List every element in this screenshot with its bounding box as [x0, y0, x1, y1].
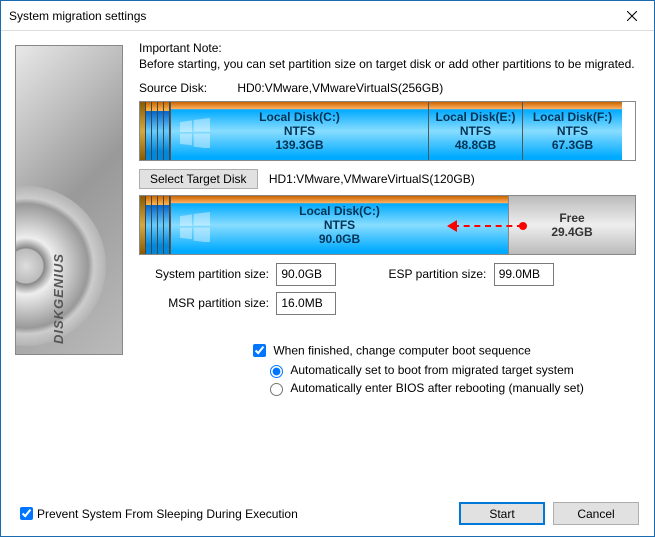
partition[interactable]: Local Disk(C:)NTFS139.3GB: [170, 102, 428, 160]
msr-partition-size-label: MSR partition size:: [139, 296, 269, 310]
source-disk-desc: HD0:VMware,VMwareVirtualS(256GB): [237, 81, 443, 95]
brand-label: DISKGENIUS: [51, 253, 66, 344]
prevent-sleep-checkbox[interactable]: [20, 507, 33, 520]
target-disk-desc: HD1:VMware,VMwareVirtualS(120GB): [269, 172, 475, 186]
boot-auto-radio[interactable]: [270, 365, 283, 378]
partition[interactable]: Local Disk(E:)NTFS48.8GB: [428, 102, 522, 160]
cancel-button[interactable]: Cancel: [553, 502, 639, 525]
close-button[interactable]: [609, 1, 654, 30]
window-title: System migration settings: [9, 9, 609, 23]
note-title: Important Note:: [139, 41, 636, 55]
close-icon: [627, 11, 637, 21]
msr-partition-size-input[interactable]: [276, 292, 336, 315]
prevent-sleep-label[interactable]: Prevent System From Sleeping During Exec…: [37, 507, 298, 521]
disk-illustration: DISKGENIUS: [15, 45, 123, 355]
windows-icon: [177, 212, 213, 242]
sidebar: DISKGENIUS: [1, 31, 131, 536]
boot-auto-label[interactable]: Automatically set to boot from migrated …: [290, 363, 573, 377]
partition[interactable]: Local Disk(F:)NTFS67.3GB: [522, 102, 622, 160]
change-boot-checkbox[interactable]: [253, 344, 266, 357]
titlebar: System migration settings: [1, 1, 654, 31]
target-disk-bar[interactable]: Local Disk(C:)NTFS90.0GBFree29.4GB: [139, 195, 636, 255]
note-text: Before starting, you can set partition s…: [139, 57, 636, 73]
system-partition-size-input[interactable]: [276, 263, 336, 286]
boot-manual-label[interactable]: Automatically enter BIOS after rebooting…: [290, 381, 583, 395]
change-boot-label[interactable]: When finished, change computer boot sequ…: [273, 343, 531, 357]
resize-arrow-icon[interactable]: [453, 222, 523, 230]
esp-partition-size-input[interactable]: [494, 263, 554, 286]
windows-icon: [177, 118, 213, 148]
footer: Prevent System From Sleeping During Exec…: [0, 494, 655, 537]
boot-manual-radio[interactable]: [270, 383, 283, 396]
select-target-disk-button[interactable]: Select Target Disk: [139, 169, 258, 189]
esp-partition-size-label: ESP partition size:: [376, 267, 486, 281]
source-disk-label: Source Disk:: [139, 81, 234, 95]
free-space[interactable]: Free29.4GB: [508, 196, 635, 254]
main-content: Important Note: Before starting, you can…: [131, 31, 654, 536]
system-partition-size-label: System partition size:: [139, 267, 269, 281]
start-button[interactable]: Start: [459, 502, 545, 525]
source-disk-bar: Local Disk(C:)NTFS139.3GBLocal Disk(E:)N…: [139, 101, 636, 161]
